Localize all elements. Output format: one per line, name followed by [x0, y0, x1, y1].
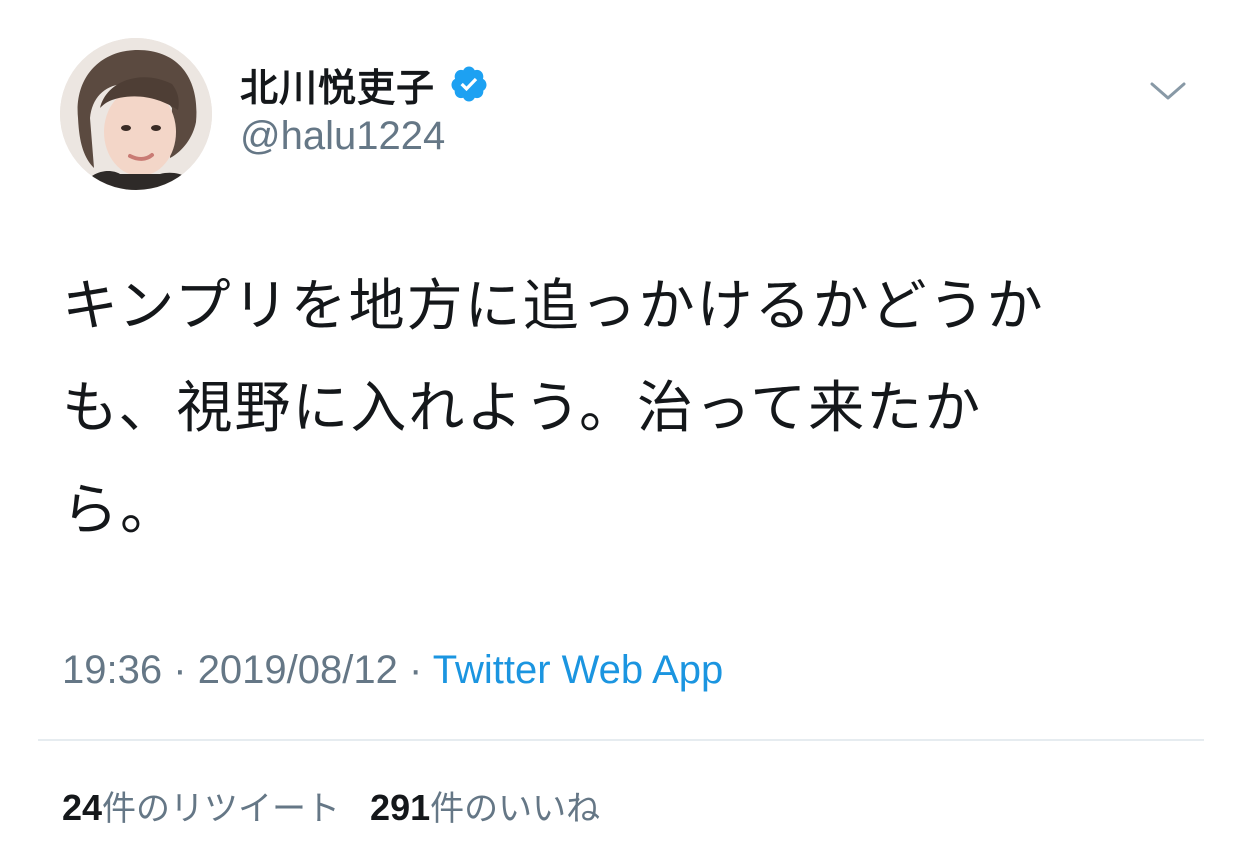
tweet-source-link[interactable]: Twitter Web App [433, 648, 724, 692]
meta-separator: · [173, 648, 187, 692]
author-handle[interactable]: @halu1224 [240, 114, 445, 159]
retweets-label: 件のリツイート [102, 789, 341, 829]
tweet-text: キンプリを地方に追っかけるかどうか も、視野に入れよう。治って来たか ら。 [62, 256, 1192, 562]
profile-photo [60, 38, 212, 190]
chevron-down-icon[interactable] [1148, 76, 1188, 106]
tweet-text-line: キンプリを地方に追っかけるかどうか [62, 274, 1045, 339]
tweet-text-line: も、視野に入れよう。治って来たか [62, 376, 983, 441]
likes-label: 件のいいね [430, 789, 601, 829]
likes-stat[interactable]: 291 件のいいね [370, 781, 600, 830]
tweet-date[interactable]: 2019/08/12 [198, 648, 398, 692]
tweet-stats: 24 件のリツイート 291 件のいいね [62, 781, 600, 830]
tweet-time[interactable]: 19:36 [62, 648, 162, 692]
tweet-meta: 19:36 · 2019/08/12 · Twitter Web App [62, 648, 723, 693]
retweets-stat[interactable]: 24 件のリツイート [62, 781, 340, 830]
divider [38, 739, 1204, 741]
tweet-text-line: ら。 [62, 478, 178, 543]
likes-count: 291 [370, 787, 431, 828]
avatar[interactable] [60, 38, 212, 190]
retweets-count: 24 [62, 787, 103, 828]
meta-separator: · [409, 648, 423, 692]
display-name[interactable]: 北川悦吏子 [240, 57, 435, 112]
verified-badge-icon [449, 64, 489, 104]
author-name-row[interactable]: 北川悦吏子 [240, 58, 489, 110]
